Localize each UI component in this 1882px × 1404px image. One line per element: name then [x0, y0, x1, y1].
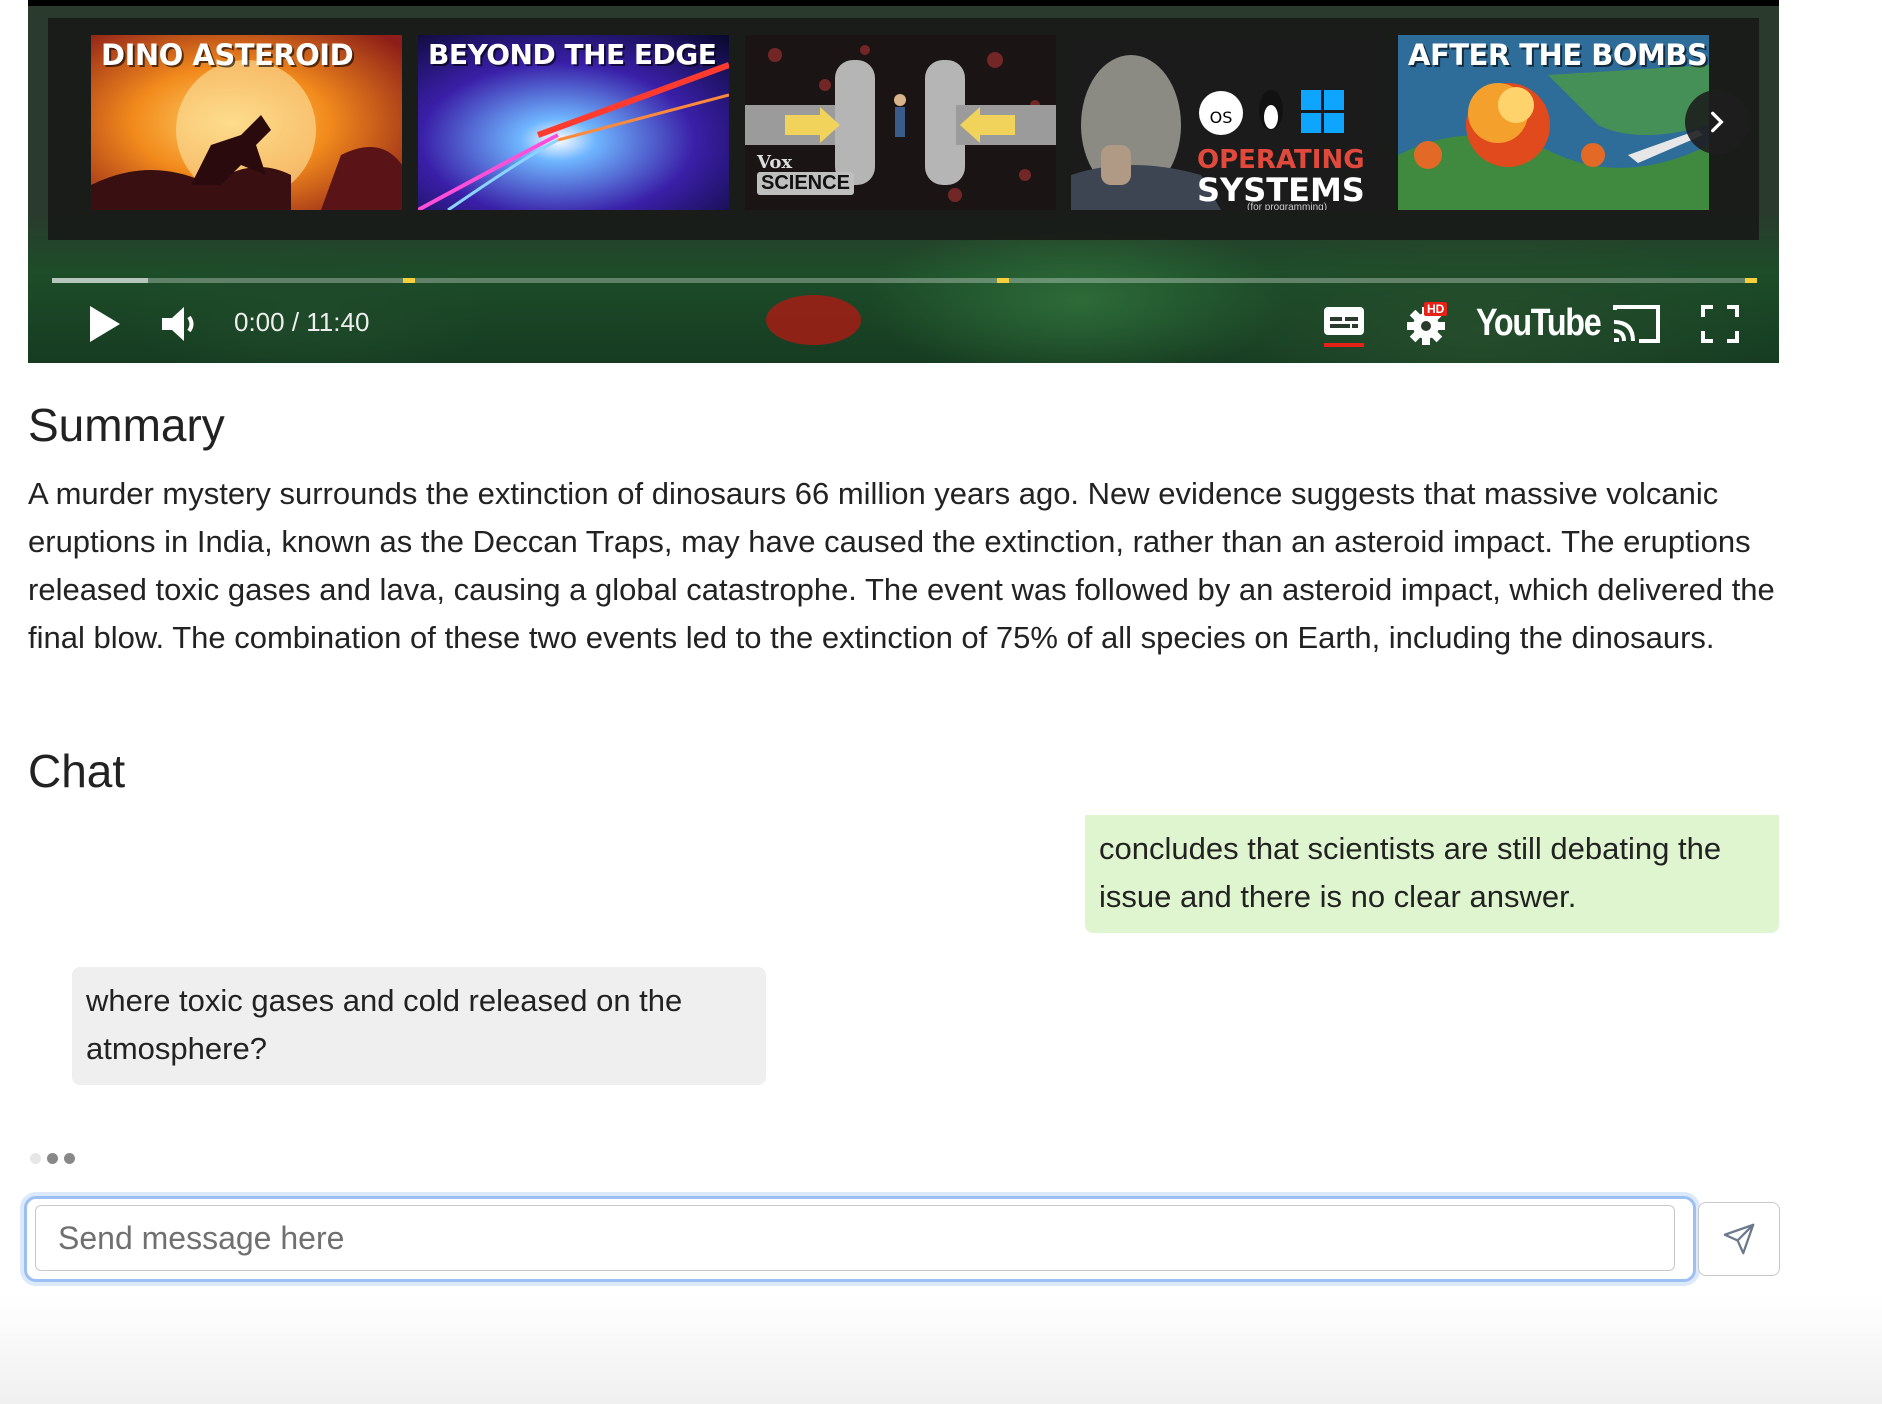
- thumbnail-title: AFTER THE BOMBS: [1408, 38, 1708, 72]
- progress-bar[interactable]: [52, 278, 1755, 283]
- send-paper-plane-icon: [1723, 1223, 1755, 1255]
- typing-dot: [47, 1153, 58, 1164]
- video-player[interactable]: DINO ASTEROID BEYOND THE EDGE Vox SCIENC…: [28, 0, 1779, 363]
- captions-icon: [1324, 307, 1364, 347]
- endscreen-video-beyond-the-edge[interactable]: BEYOND THE EDGE: [418, 35, 729, 210]
- video-frame-detail: [766, 295, 861, 345]
- thumbnail-title: DINO ASTEROID: [101, 38, 354, 72]
- youtube-logo[interactable]: YouTube: [1476, 302, 1602, 345]
- typing-indicator: [30, 1153, 75, 1164]
- thumbnail-subtitle: (for programming): [1247, 202, 1328, 210]
- science-tag: SCIENCE: [757, 172, 854, 195]
- hd-badge: HD: [1424, 302, 1448, 316]
- typing-dot: [64, 1153, 75, 1164]
- play-button[interactable]: [80, 300, 128, 348]
- endscreen-video-operating-systems[interactable]: OS OPERATING SYSTEMS (for programming): [1071, 35, 1382, 210]
- endscreen-video-vox-science[interactable]: Vox SCIENCE: [745, 35, 1056, 210]
- summary-text: A murder mystery surrounds the extinctio…: [28, 476, 1775, 655]
- captions-button[interactable]: [1316, 300, 1372, 352]
- chapter-marker: [403, 278, 415, 283]
- chat-heading: Chat: [28, 745, 126, 797]
- endscreen-next-button[interactable]: [1685, 90, 1749, 154]
- chat-messages[interactable]: concludes that scientists are still deba…: [28, 815, 1780, 1145]
- message-input-container: [24, 1196, 1696, 1282]
- volume-icon: [162, 307, 194, 341]
- volume-button[interactable]: [152, 300, 208, 348]
- thumbnail-title: BEYOND THE EDGE: [428, 38, 717, 71]
- chapter-marker: [1745, 278, 1757, 283]
- message-input[interactable]: [35, 1205, 1675, 1271]
- typing-dot: [30, 1153, 41, 1164]
- cast-icon: [1613, 305, 1660, 343]
- send-button[interactable]: [1698, 1202, 1780, 1276]
- fullscreen-icon: [1701, 305, 1739, 343]
- endscreen-video-after-the-bombs[interactable]: AFTER THE BOMBS: [1398, 35, 1709, 210]
- fullscreen-button[interactable]: [1692, 300, 1748, 348]
- play-icon: [90, 306, 120, 342]
- endscreen-video-dino-asteroid[interactable]: DINO ASTEROID: [91, 35, 402, 210]
- user-message: where toxic gases and cold released on t…: [72, 967, 766, 1085]
- chapter-marker: [997, 278, 1009, 283]
- chevron-right-icon: [1711, 111, 1724, 133]
- summary-heading: Summary: [28, 399, 225, 451]
- vox-logo: Vox: [757, 152, 793, 173]
- buffered-progress: [52, 278, 148, 283]
- assistant-message: concludes that scientists are still deba…: [1085, 815, 1779, 933]
- page-bottom-fade: [0, 1294, 1882, 1404]
- svg-text:OS: OS: [1210, 108, 1233, 127]
- cast-button[interactable]: [1608, 300, 1664, 348]
- settings-button[interactable]: HD: [1398, 300, 1458, 348]
- time-display: 0:00 / 11:40: [234, 307, 370, 337]
